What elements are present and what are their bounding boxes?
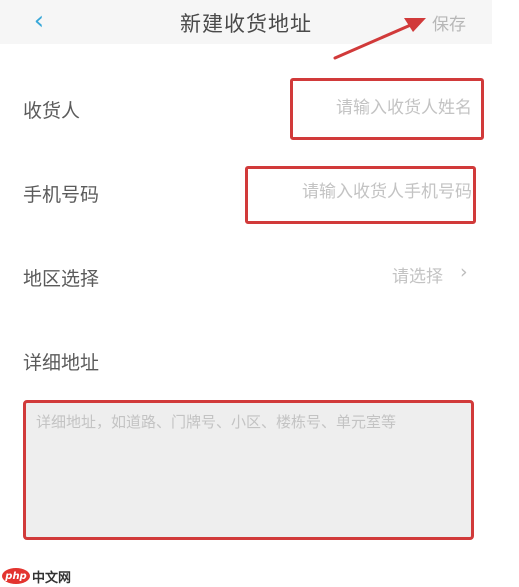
phone-input[interactable] (253, 178, 472, 206)
region-label: 地区选择 (23, 268, 100, 290)
php-logo: php (2, 568, 30, 584)
watermark: php 中文网 (2, 566, 71, 586)
recipient-name-input[interactable] (298, 94, 472, 122)
region-select[interactable]: 请选择 (392, 262, 443, 287)
watermark-text: 中文网 (32, 570, 72, 586)
header-bar: ‹ 新建收货地址 保存 (0, 0, 492, 44)
save-button[interactable]: 保存 (432, 10, 466, 35)
address-textarea[interactable] (36, 411, 466, 529)
chevron-right-icon[interactable]: › (460, 261, 468, 283)
page-title: 新建收货地址 (180, 12, 312, 36)
address-highlight (23, 400, 474, 540)
recipient-label: 收货人 (23, 100, 81, 122)
address-label: 详细地址 (23, 352, 100, 374)
phone-label: 手机号码 (23, 184, 100, 206)
